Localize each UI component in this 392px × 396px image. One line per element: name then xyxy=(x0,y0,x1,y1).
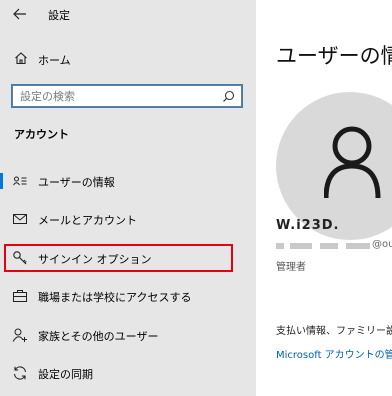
user-avatar-icon xyxy=(324,126,381,199)
back-button[interactable] xyxy=(10,4,32,24)
sync-icon xyxy=(13,366,27,380)
sidebar-item-label: 設定の同期 xyxy=(38,368,93,381)
sidebar-item-label: 家族とその他のユーザー xyxy=(38,330,159,343)
user-email: @outl xyxy=(372,239,392,250)
home-label: ホーム xyxy=(38,54,71,67)
page-title: ユーザーの情報 xyxy=(276,44,392,68)
sidebar-item-work-school[interactable]: 職場または学校にアクセスする xyxy=(0,281,256,311)
title-bar: 設定 xyxy=(0,0,256,28)
mail-icon xyxy=(13,214,27,224)
sidebar-item-home[interactable]: ホーム xyxy=(0,46,256,72)
arrow-left-icon xyxy=(13,8,26,20)
search-icon[interactable] xyxy=(222,90,235,103)
person-card-icon xyxy=(13,176,27,186)
sidebar-item-label: ユーザーの情報 xyxy=(38,176,115,189)
sidebar-item-your-info[interactable]: ユーザーの情報 xyxy=(0,166,256,196)
sidebar-item-family-users[interactable]: 家族とその他のユーザー xyxy=(0,320,256,350)
person-add-icon xyxy=(12,328,27,342)
sidebar-item-email-accounts[interactable]: メールとアカウント xyxy=(0,204,256,234)
section-title-accounts: アカウント xyxy=(14,128,69,141)
main-content: ユーザーの情報 W.i23D. @outl 管理者 支払い情報、ファミリー設定 … xyxy=(256,0,392,396)
search-input[interactable] xyxy=(13,86,225,106)
user-role: 管理者 xyxy=(276,262,306,273)
email-mosaic xyxy=(276,240,382,252)
home-icon xyxy=(15,52,27,65)
search-box[interactable] xyxy=(11,84,243,108)
sidebar-item-sync-settings[interactable]: 設定の同期 xyxy=(0,358,256,388)
app-title: 設定 xyxy=(48,9,70,22)
sidebar: 設定 ホーム アカウント ユーザーの情報 メールとアカウント xyxy=(0,0,256,396)
user-name: W.i23D. xyxy=(276,218,340,233)
sidebar-item-label: 職場または学校にアクセスする xyxy=(38,291,192,304)
briefcase-icon xyxy=(13,290,27,302)
payment-info-text: 支払い情報、ファミリー設定 xyxy=(276,326,392,337)
key-icon xyxy=(13,251,27,265)
manage-ms-account-link[interactable]: Microsoft アカウントの管理 xyxy=(276,346,392,361)
sidebar-item-sign-in-options[interactable]: サインイン オプション xyxy=(0,243,256,273)
sidebar-item-label: サインイン オプション xyxy=(38,253,152,266)
sidebar-item-label: メールとアカウント xyxy=(38,214,137,227)
